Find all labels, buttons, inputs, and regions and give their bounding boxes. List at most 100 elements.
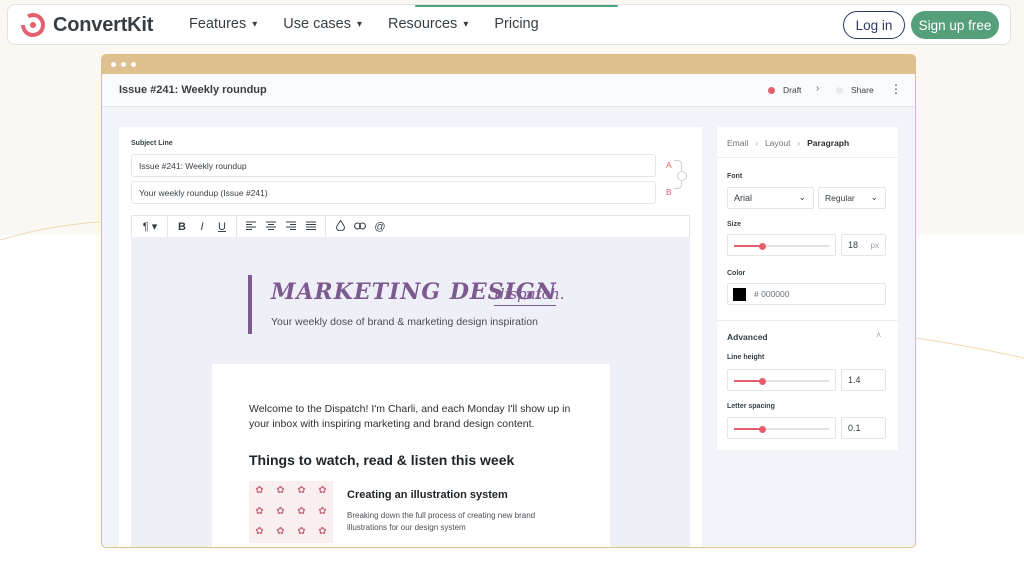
bold-icon[interactable]: B [172, 221, 192, 233]
align-right-icon[interactable] [281, 221, 301, 233]
font-family-select[interactable]: Arial ⌄ [727, 187, 814, 209]
issue-title: Issue #241: Weekly roundup [119, 84, 267, 96]
chevron-right-icon: › [755, 138, 758, 148]
draft-dot-icon [768, 86, 775, 94]
illustration-icon: ✿ [276, 526, 285, 538]
mention-icon[interactable]: @ [370, 221, 390, 233]
font-label: Font [727, 173, 743, 180]
status-share-label: Share [851, 85, 874, 95]
illustration-icon: ✿ [297, 526, 306, 538]
nav-item-use-cases[interactable]: Use cases ▾ [283, 16, 362, 32]
illustration-icon: ✿ [276, 485, 285, 496]
article-description[interactable]: Breaking down the full process of creati… [347, 510, 562, 534]
chevron-down-icon: ▾ [463, 18, 469, 30]
letter-spacing-slider[interactable] [727, 417, 836, 439]
window-titlebar [102, 55, 915, 74]
chevron-down-icon: ▾ [356, 18, 362, 30]
announcement-strip [415, 5, 618, 7]
illustration-icon: ✿ [255, 526, 264, 538]
color-input[interactable]: # 000000 [727, 283, 886, 305]
slider-handle[interactable] [759, 377, 766, 385]
window-dot [111, 62, 116, 67]
nav-item-pricing[interactable]: Pricing [494, 16, 538, 32]
subject-b-input[interactable]: Your weekly roundup (Issue #241) [131, 181, 656, 204]
window-dot [121, 62, 126, 67]
nav-menu: Features ▾ Use cases ▾ Resources ▾ Prici… [189, 16, 565, 32]
size-slider[interactable] [727, 234, 836, 256]
status-draft-label: Draft [783, 85, 802, 95]
breadcrumb-paragraph: Paragraph [807, 138, 850, 148]
breadcrumb-layout[interactable]: Layout [765, 138, 791, 148]
advanced-section-header[interactable]: Advanced [727, 332, 768, 342]
toolbar-divider [325, 215, 326, 238]
line-height-slider[interactable] [727, 369, 836, 391]
convertkit-logo-icon [21, 12, 45, 37]
variant-b-label: B [666, 187, 672, 197]
breadcrumb: Email › Layout › Paragraph [727, 138, 849, 148]
settings-panel: Email › Layout › Paragraph Font Arial ⌄ … [717, 127, 898, 450]
status-draft[interactable]: Draft [768, 85, 801, 95]
illustration-icon: ✿ [276, 505, 285, 517]
illustration-icon: ✿ [318, 485, 327, 496]
email-body[interactable]: Welcome to the Dispatch! I'm Charli, and… [212, 364, 610, 547]
slider-handle[interactable] [759, 242, 766, 250]
signup-button[interactable]: Sign up free [911, 11, 999, 39]
italic-icon[interactable]: I [192, 221, 212, 233]
slider-handle[interactable] [759, 425, 766, 433]
color-swatch[interactable] [733, 287, 746, 301]
subject-line-label: Subject Line [131, 140, 173, 147]
subject-a-input[interactable]: Issue #241: Weekly roundup [131, 154, 656, 177]
line-height-input[interactable]: 1.4 [841, 369, 886, 391]
line-height-label: Line height [727, 354, 765, 361]
article-thumbnail: ✿ ✿ ✿ ✿ ✿ ✿ ✿ ✿ ✿ ✿ ✿ ✿ [249, 481, 333, 543]
brand-logo[interactable]: ConvertKit [20, 12, 153, 38]
size-unit: px [870, 241, 879, 250]
section-heading[interactable]: Things to watch, read & listen this week [249, 452, 514, 468]
nav-item-label: Features [189, 16, 247, 32]
illustration-icon: ✿ [297, 485, 306, 496]
slider-track [734, 425, 829, 433]
more-options-icon[interactable]: ⋮ [890, 82, 902, 96]
panel-divider [717, 157, 898, 158]
align-left-icon[interactable] [241, 221, 261, 233]
panel-divider [717, 320, 898, 321]
illustration-icon: ✿ [318, 526, 327, 538]
breadcrumb-email[interactable]: Email [727, 138, 748, 148]
formatting-toolbar: ¶ ▾ B I U @ [131, 215, 690, 238]
size-input[interactable]: 18 px [841, 234, 886, 256]
status-share[interactable]: Share [836, 85, 874, 95]
underline-icon[interactable]: U [212, 221, 232, 233]
nav-item-resources[interactable]: Resources ▾ [388, 16, 468, 32]
brand-name: ConvertKit [53, 13, 154, 36]
nav-item-label: Resources [388, 16, 458, 32]
chevron-up-icon[interactable]: ˄ [876, 330, 881, 340]
color-drop-icon[interactable] [330, 219, 350, 234]
welcome-paragraph[interactable]: Welcome to the Dispatch! I'm Charli, and… [249, 402, 584, 432]
letter-spacing-label: Letter spacing [727, 403, 775, 410]
nav-item-features[interactable]: Features ▾ [189, 16, 257, 32]
chevron-right-icon: › [816, 83, 820, 94]
illustration-icon: ✿ [297, 505, 306, 517]
color-value: # 000000 [754, 289, 790, 299]
size-value: 18 [848, 240, 859, 250]
app-window: Issue #241: Weekly roundup Draft › Share… [101, 54, 916, 548]
article-title[interactable]: Creating an illustration system [347, 489, 508, 501]
letter-spacing-input[interactable]: 0.1 [841, 417, 886, 439]
align-center-icon[interactable] [261, 221, 281, 233]
paragraph-icon[interactable]: ¶ ▾ [137, 220, 163, 233]
nav-item-label: Use cases [283, 16, 351, 32]
nav-item-label: Pricing [494, 16, 539, 32]
hero-script-underline [494, 305, 556, 306]
illustration-icon: ✿ [255, 485, 264, 496]
link-icon[interactable] [350, 221, 370, 233]
top-navigation: ConvertKit Features ▾ Use cases ▾ Resour… [7, 4, 1011, 45]
ab-test-toggle[interactable] [677, 171, 687, 181]
font-weight-value: Regular [825, 193, 855, 203]
hero-subtitle: Your weekly dose of brand & marketing de… [271, 316, 538, 328]
font-weight-select[interactable]: Regular ⌄ [818, 187, 886, 209]
slider-track [734, 242, 829, 250]
align-justify-icon[interactable] [301, 221, 321, 233]
editor-panel: Subject Line Issue #241: Weekly roundup … [119, 127, 702, 547]
slider-track [734, 377, 829, 385]
login-button[interactable]: Log in [843, 11, 905, 39]
